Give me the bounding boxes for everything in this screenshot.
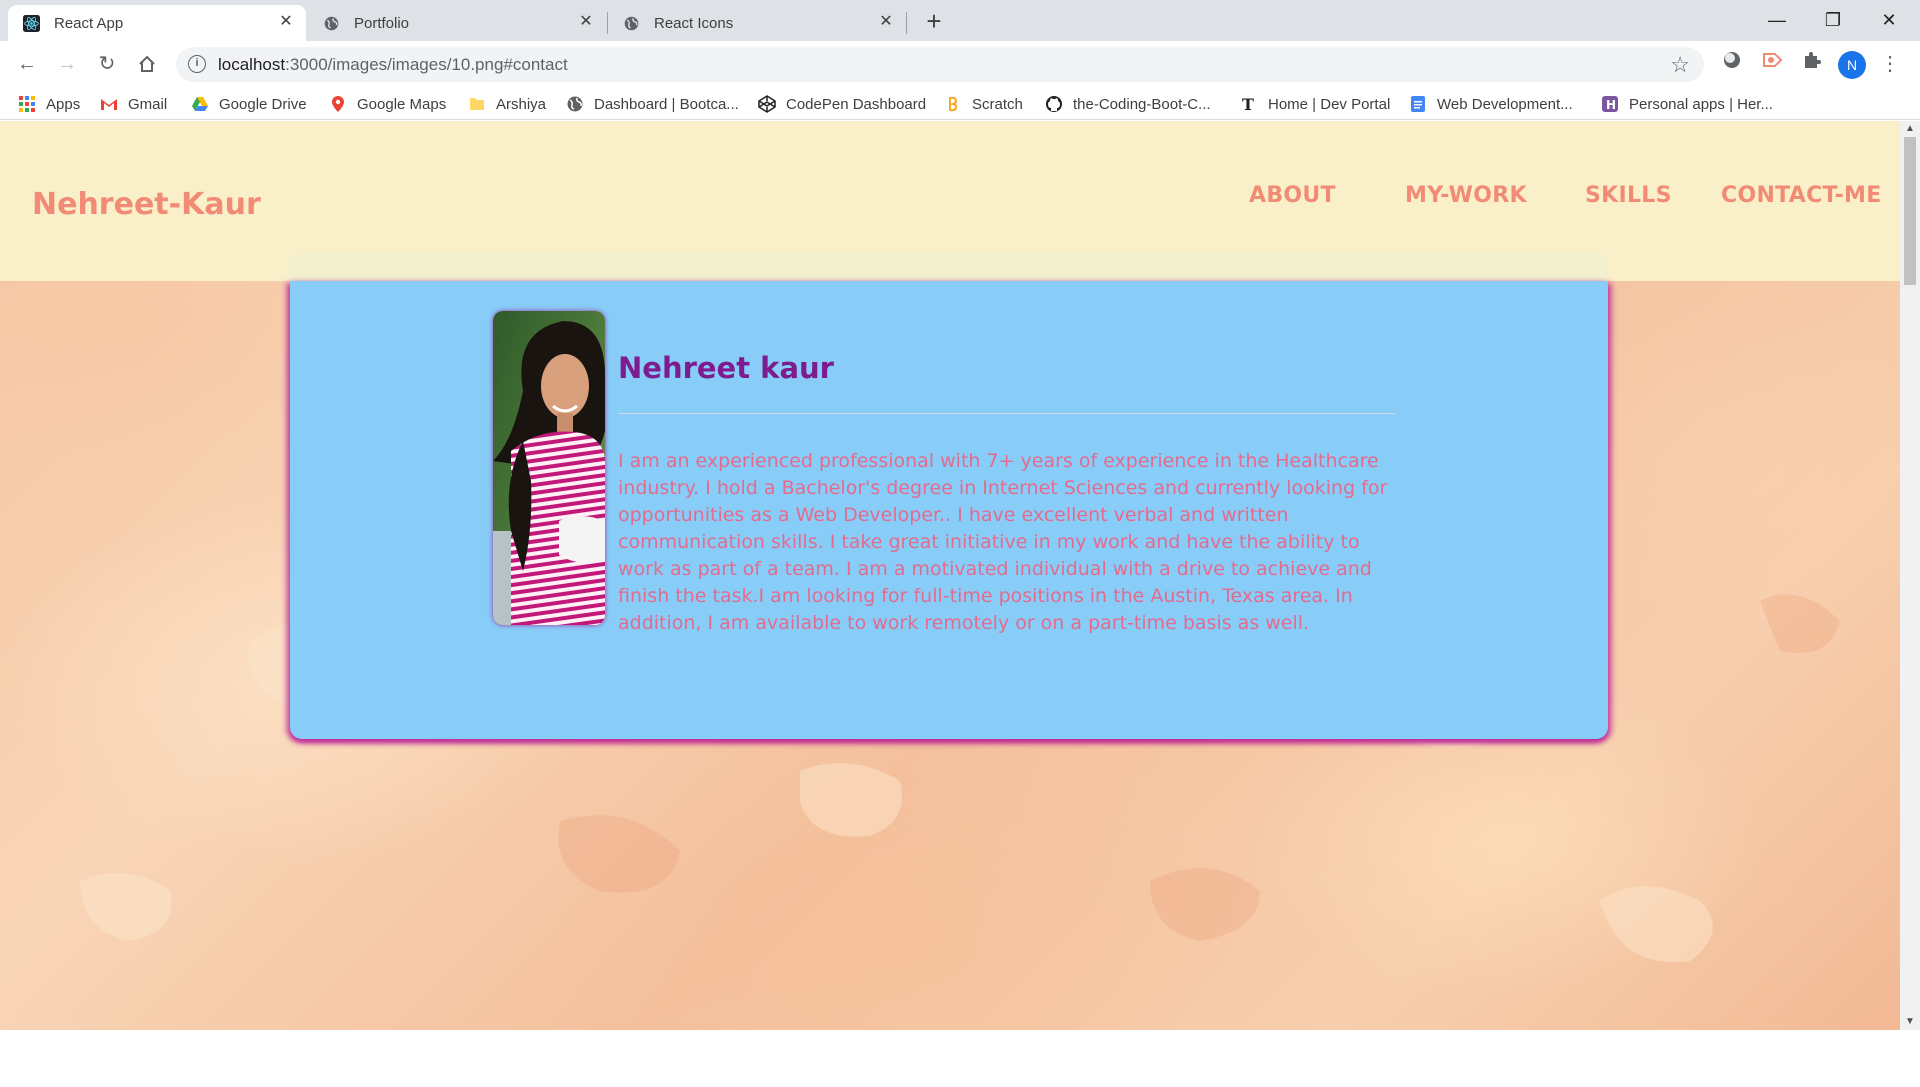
back-button[interactable]: ← [11,48,43,80]
profile-bio: I am an experienced professional with 7+… [618,450,1388,634]
bookmark-label: Web Development... [1437,95,1573,113]
restore-button[interactable]: ❐ [1810,5,1856,35]
svg-text:H: H [1606,98,1616,112]
tab-portfolio[interactable]: Portfolio ✕ [308,5,606,41]
tab-react-icons[interactable]: React Icons ✕ [608,5,906,41]
bookmark-web-development[interactable]: Web Development... [1409,94,1573,114]
bookmark-label: CodePen Dashboard [786,95,927,113]
browser-toolbar: ← → ↻ i localhost:3000/images/images/10.… [0,41,1920,88]
docs-icon [1411,96,1425,112]
site-brand[interactable]: Nehreet-Kaur [32,187,261,222]
bookmark-label: Apps [46,95,81,113]
nyt-icon: T [1242,95,1254,113]
bookmark-label: Scratch [972,95,1023,113]
new-tab-button[interactable]: + [920,8,948,36]
bookmark-label: Personal apps | Her... [1629,95,1773,113]
tab-close-icon[interactable]: ✕ [876,12,896,32]
home-icon [139,55,155,72]
tab-close-icon[interactable]: ✕ [276,12,296,32]
bookmark-google-maps[interactable]: Google Maps [329,94,446,114]
react-icon [23,15,40,32]
close-window-button[interactable]: ✕ [1866,5,1912,35]
globe-icon [567,96,583,112]
bookmark-label: Gmail [128,95,168,113]
extensions-puzzle-icon[interactable] [1798,50,1826,78]
forward-button[interactable]: → [51,48,83,80]
extension-record-icon[interactable] [1758,50,1786,78]
tab-separator [906,12,907,34]
bookmark-label: the-Coding-Boot-C... [1073,95,1211,113]
site-info-icon[interactable]: i [188,55,206,73]
tab-title: React Icons [654,15,734,32]
browser-menu-icon[interactable]: ⋮ [1880,50,1900,78]
bookmark-star-icon[interactable]: ☆ [1670,52,1690,78]
google-maps-icon [332,96,344,112]
folder-icon [470,98,484,110]
profile-name: Nehreet kaur [618,351,834,385]
svg-text:T: T [1242,95,1254,113]
bookmark-label: Arshiya [496,95,547,113]
bookmark-google-drive[interactable]: Google Drive [191,94,307,114]
profile-photo [493,311,605,625]
heroku-icon: H [1602,96,1618,112]
bookmark-label: Google Maps [357,95,447,113]
about-card: Nehreet kaur I am an experienced profess… [290,281,1608,739]
bookmark-scratch[interactable]: Scratch [944,94,1023,114]
github-icon [1046,96,1062,112]
url-path: :3000/images/images/10.png#contact [285,55,568,74]
scrollbar-thumb[interactable] [1904,137,1916,285]
bookmark-personal-apps[interactable]: H Personal apps | Her... [1601,94,1773,114]
minimize-button[interactable]: — [1754,5,1800,35]
bookmarks-bar: Apps Gmail Google Drive Google Maps Arsh… [0,88,1920,120]
home-button[interactable] [131,48,163,80]
profile-avatar[interactable]: N [1838,51,1866,79]
url-host: localhost [218,55,286,74]
nav-skills[interactable]: SKILLS [1585,183,1672,208]
globe-icon [624,16,639,31]
bookmark-label: Home | Dev Portal [1268,95,1391,113]
scroll-down-arrow-icon[interactable]: ▼ [1905,1017,1915,1027]
page-viewport: Nehreet-Kaur ABOUT MY-WORK SKILLS CONTAC… [0,121,1900,1030]
scroll-up-arrow-icon[interactable]: ▲ [1905,124,1915,134]
extension-circle-icon[interactable] [1718,50,1746,78]
bookmark-arshiya[interactable]: Arshiya [468,94,546,114]
reload-button[interactable]: ↻ [91,48,123,80]
card-top-edge [290,253,1608,281]
tab-close-icon[interactable]: ✕ [576,12,596,32]
gmail-icon [101,99,117,110]
bookmark-dev-portal[interactable]: T Home | Dev Portal [1240,94,1390,114]
bookmark-label: Google Drive [219,95,307,113]
url-text[interactable]: localhost:3000/images/images/10.png#cont… [218,55,568,75]
bookmark-gmail[interactable]: Gmail [100,94,167,114]
bookmark-coding-boot-camp[interactable]: the-Coding-Boot-C... [1045,94,1211,114]
codepen-icon [758,95,776,113]
google-drive-icon [192,97,208,111]
nav-my-work[interactable]: MY-WORK [1405,183,1527,208]
address-bar[interactable]: i localhost:3000/images/images/10.png#co… [176,47,1704,82]
bookmark-dashboard-bootcamp[interactable]: Dashboard | Bootca... [566,94,739,114]
bookmark-codepen[interactable]: CodePen Dashboard [758,94,926,114]
globe-icon [324,16,339,31]
tab-strip: React App ✕ Portfolio ✕ React Icons ✕ + … [0,0,1920,41]
window-bottom-area [0,1030,1920,1087]
tab-title: Portfolio [354,15,410,32]
bookmark-label: Dashboard | Bootca... [594,95,739,113]
scratch-icon [949,96,958,112]
name-divider [618,413,1395,414]
tab-react-app[interactable]: React App ✕ [8,5,306,41]
nav-contact-me[interactable]: CONTACT-ME [1721,183,1882,208]
tab-title: React App [54,15,124,32]
nav-about[interactable]: ABOUT [1249,183,1336,208]
apps-grid-icon [19,96,35,112]
page-scrollbar[interactable]: ▲ ▼ [1900,121,1920,1030]
bookmark-apps[interactable]: Apps [18,94,80,114]
